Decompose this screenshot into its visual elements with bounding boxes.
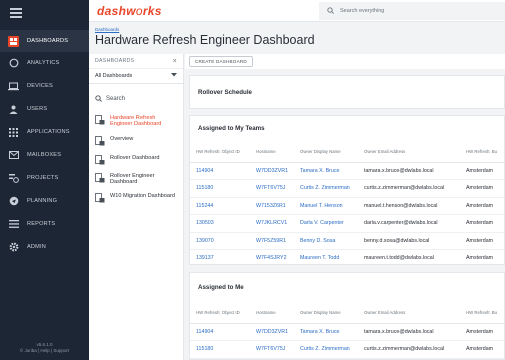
dashboard-toolbar: CREATE DASHBOARD: [185, 54, 505, 69]
global-search-input[interactable]: Search everything: [319, 2, 505, 20]
breadcrumb[interactable]: Dashboards: [95, 27, 119, 32]
sidebar-item-label: USERS: [27, 106, 48, 112]
table-row: 115180 W7FT6V75J Curtis Z. Zimmerman curtis…: [190, 340, 504, 359]
user-icon: [8, 104, 19, 115]
column-header[interactable]: HW Refresh: Object ID: [190, 303, 250, 324]
reports-icon: [8, 219, 19, 230]
column-header[interactable]: Owner Email Address: [358, 303, 460, 324]
close-icon[interactable]: ×: [173, 58, 177, 65]
column-header[interactable]: Owner Display Name: [294, 303, 358, 324]
sidebar-item-label: PROJECTS: [27, 175, 59, 181]
dashboard-doc-icon: [95, 154, 105, 165]
column-header[interactable]: Owner Email Address: [358, 142, 460, 163]
column-header[interactable]: HW Refresh: Bu: [460, 142, 504, 163]
sidebar-item-label: REPORTS: [27, 221, 56, 227]
dashboards-panel-heading: DASHBOARDS: [95, 58, 135, 64]
dashboard-list-item[interactable]: Overview: [89, 133, 183, 149]
sidebar-item-label: MAILBOXES: [27, 152, 62, 158]
table-row: 115244 W7153Z6R1 Manuel T. Henson manuel.t.…: [190, 197, 504, 215]
analytics-icon: [8, 58, 19, 69]
table-row: 139070 W7F5Z59R1 Benny D. Sosa benny.d.sosa…: [190, 232, 504, 250]
caret-down-icon: [171, 73, 177, 79]
select-value: All Dashboards: [95, 73, 133, 79]
grid-icon: [8, 127, 19, 138]
column-header[interactable]: Owner Display Name: [294, 142, 358, 163]
sidebar-item-label: PLANNING: [27, 198, 58, 204]
planning-icon: [8, 196, 19, 207]
sidebar-item-projects[interactable]: PROJECTS: [0, 167, 89, 189]
column-header[interactable]: HW Refresh: Bu: [460, 303, 504, 324]
card-title: Assigned to My Teams: [198, 125, 265, 132]
sidebar-item-dashboards[interactable]: DASHBOARDS: [0, 30, 89, 52]
dashboard-doc-icon: [95, 115, 105, 125]
assigned-to-me-card: Assigned to Me HW Refresh: Object ID Hos…: [189, 272, 505, 360]
sidebar-item-analytics[interactable]: ANALYTICS: [0, 52, 89, 74]
sidebar-item-devices[interactable]: DEVICES: [0, 75, 89, 97]
projects-icon: [8, 173, 19, 184]
search-placeholder: Search everything: [340, 8, 385, 14]
sidebar-item-mailboxes[interactable]: MAILBOXES: [0, 144, 89, 166]
sidebar-item-label: ADMIN: [27, 244, 47, 250]
sidebar-item-applications[interactable]: APPLICATIONS: [0, 121, 89, 143]
laptop-icon: [8, 81, 19, 92]
sidebar-item-reports[interactable]: REPORTS: [0, 213, 89, 235]
search-icon: [95, 94, 102, 104]
dashboard-list-item[interactable]: W10 Migration Dashboard: [89, 190, 183, 206]
sidebar: DASHBOARDS ANALYTICS DEVICES USERS APPLI…: [0, 0, 89, 360]
table-header-row: HW Refresh: Object ID Hostname Owner Dis…: [190, 142, 504, 163]
column-header[interactable]: Hostname: [250, 142, 294, 163]
dashboards-panel: DASHBOARDS × All Dashboards Search Hardw…: [89, 54, 184, 360]
sidebar-item-label: DEVICES: [27, 83, 53, 89]
rollover-schedule-card: Rollover Schedule: [189, 75, 505, 109]
sidebar-item-label: DASHBOARDS: [27, 38, 69, 44]
dashboard-doc-icon: [95, 135, 105, 146]
dashboards-filter-select[interactable]: All Dashboards: [89, 68, 183, 84]
hamburger-menu-icon[interactable]: [10, 8, 22, 18]
create-dashboard-button[interactable]: CREATE DASHBOARD: [189, 56, 253, 67]
assigned-to-my-teams-card: Assigned to My Teams HW Refresh: Object …: [189, 115, 505, 265]
table-row: 114904 W7DD3ZVR1 Tamara X. Bruce tamara.x.b…: [190, 162, 504, 180]
table-row: 115180 W7FT6V75J Curtis Z. Zimmerman curtis…: [190, 179, 504, 198]
search-placeholder: Search: [106, 96, 126, 102]
column-header[interactable]: HW Refresh: Object ID: [190, 142, 250, 163]
sidebar-item-label: ANALYTICS: [27, 60, 60, 66]
search-icon: [327, 6, 334, 16]
dashboard-list-item[interactable]: Hardware Refresh Engineer Dashboard: [89, 112, 183, 131]
dashboards-search-input[interactable]: Search: [89, 93, 183, 105]
column-header[interactable]: Hostname: [250, 303, 294, 324]
me-table: HW Refresh: Object ID Hostname Owner Dis…: [190, 303, 504, 359]
table-row: 114904 W7DD3ZVR1 Tamara X. Bruce tamara.x.b…: [190, 323, 504, 341]
sidebar-item-planning[interactable]: PLANNING: [0, 190, 89, 212]
table-row: 130503 W7JKLRCV1 Darla V. Carpenter darla.v…: [190, 214, 504, 233]
table-header-row: HW Refresh: Object ID Hostname Owner Dis…: [190, 303, 504, 324]
sidebar-item-users[interactable]: USERS: [0, 98, 89, 120]
sidebar-item-admin[interactable]: ADMIN: [0, 236, 89, 258]
dashboard-doc-icon: [95, 193, 105, 203]
dashboard-list-item[interactable]: Rollover Engineer Dashboard: [89, 170, 183, 189]
table-row: 139137 W7F4SJRY2 Maureen T. Todd maureen.t.…: [190, 249, 504, 264]
card-title: Rollover Schedule: [198, 89, 252, 96]
mail-icon: [8, 150, 19, 161]
page-title: Hardware Refresh Engineer Dashboard: [95, 33, 315, 47]
footer-links[interactable]: © Juriba | Help | Support: [0, 348, 89, 354]
app-logo[interactable]: dashworks: [97, 4, 162, 18]
top-bar: dashworks Search everything: [89, 0, 505, 22]
card-title: Assigned to Me: [198, 284, 244, 291]
gear-icon: [8, 242, 19, 253]
teams-table: HW Refresh: Object ID Hostname Owner Dis…: [190, 142, 504, 264]
dashboard-icon: [8, 35, 19, 47]
dashboard-list-item[interactable]: Rollover Dashboard: [89, 152, 183, 168]
sidebar-item-label: APPLICATIONS: [27, 129, 70, 135]
dashboard-doc-icon: [95, 172, 105, 183]
sidebar-footer: v5.6.1.0 © Juriba | Help | Support: [0, 342, 89, 354]
